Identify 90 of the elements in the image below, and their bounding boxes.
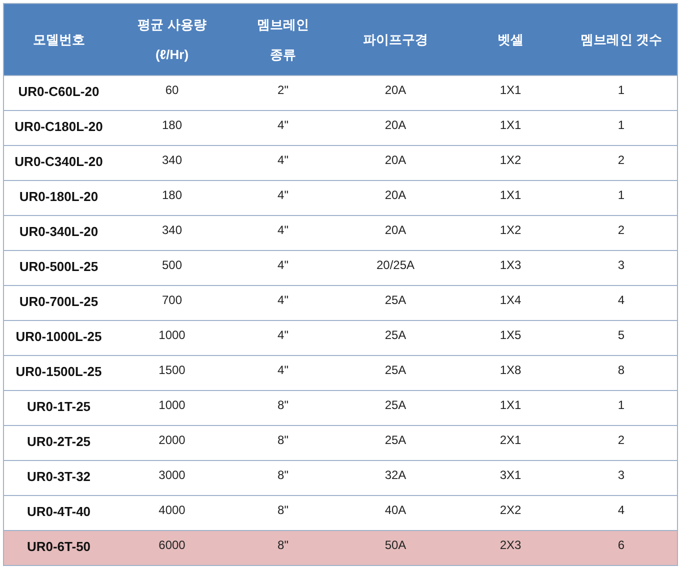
table-cell: UR0-500L-25 (4, 250, 114, 286)
table-cell: 25A (336, 356, 456, 390)
table-cell: 4" (230, 286, 336, 320)
table-cell: 500 (114, 250, 230, 286)
table-cell: 6 (566, 530, 678, 566)
table-cell: 20A (336, 110, 456, 146)
column-header: 평균 사용량 (ℓ/Hr) (114, 4, 230, 76)
table-cell: UR0-1000L-25 (4, 320, 114, 356)
table-cell: 1500 (114, 356, 230, 390)
table-cell: 4 (566, 496, 678, 530)
table-cell: 8" (230, 390, 336, 426)
table-cell: 1000 (114, 320, 230, 356)
table-cell: 25A (336, 390, 456, 426)
column-header: 파이프구경 (336, 4, 456, 76)
table-cell: UR0-700L-25 (4, 286, 114, 320)
table-cell: 1 (566, 390, 678, 426)
table-cell: 50A (336, 530, 456, 566)
table-cell: 700 (114, 286, 230, 320)
table-cell: UR0-4T-40 (4, 496, 114, 530)
table-cell: 3X1 (456, 460, 566, 496)
column-header: 멤브레인 종류 (230, 4, 336, 76)
table-cell: 340 (114, 216, 230, 250)
table-cell: 4" (230, 356, 336, 390)
table-cell: 20A (336, 146, 456, 180)
table-cell: 8" (230, 460, 336, 496)
table-cell: 25A (336, 286, 456, 320)
table-cell: UR0-C340L-20 (4, 146, 114, 180)
table-cell: 2 (566, 146, 678, 180)
table-cell: UR0-1500L-25 (4, 356, 114, 390)
column-header: 멤브레인 갯수 (566, 4, 678, 76)
table-cell: 1X1 (456, 180, 566, 216)
table-cell: 1X2 (456, 146, 566, 180)
table-cell: 5 (566, 320, 678, 356)
table-cell: 3 (566, 250, 678, 286)
column-header: 벳셀 (456, 4, 566, 76)
table-cell: 2X3 (456, 530, 566, 566)
table-cell: 1000 (114, 390, 230, 426)
table-cell: 1 (566, 76, 678, 110)
table-cell: UR0-6T-50 (4, 530, 114, 566)
table-cell: 2 (566, 426, 678, 460)
table-cell: 3 (566, 460, 678, 496)
table-cell: 180 (114, 180, 230, 216)
table-cell: 1X2 (456, 216, 566, 250)
table-cell: 20/25A (336, 250, 456, 286)
table-cell: 1X1 (456, 110, 566, 146)
table-cell: UR0-C180L-20 (4, 110, 114, 146)
table-cell: 4" (230, 250, 336, 286)
table-cell: 40A (336, 496, 456, 530)
table-cell: 1X5 (456, 320, 566, 356)
table-cell: 3000 (114, 460, 230, 496)
table-cell: 8" (230, 496, 336, 530)
table-cell: 8" (230, 426, 336, 460)
table-cell: 1X4 (456, 286, 566, 320)
table-cell: UR0-1T-25 (4, 390, 114, 426)
table-cell: 4" (230, 216, 336, 250)
table-cell: 1X1 (456, 390, 566, 426)
table-cell: 25A (336, 426, 456, 460)
table-cell: 2X2 (456, 496, 566, 530)
table-cell: 2 (566, 216, 678, 250)
table-cell: 8" (230, 530, 336, 566)
table-cell: 20A (336, 76, 456, 110)
table-cell: 1X1 (456, 76, 566, 110)
table-cell: 6000 (114, 530, 230, 566)
table-cell: 4000 (114, 496, 230, 530)
table-cell: 8 (566, 356, 678, 390)
column-header: 모델번호 (4, 4, 114, 76)
table-cell: 4" (230, 146, 336, 180)
table-cell: 1 (566, 110, 678, 146)
table-cell: 4" (230, 110, 336, 146)
table-cell: 4 (566, 286, 678, 320)
table-cell: 1X8 (456, 356, 566, 390)
table-cell: 60 (114, 76, 230, 110)
table-cell: 4" (230, 180, 336, 216)
table-cell: 340 (114, 146, 230, 180)
table-cell: 2000 (114, 426, 230, 460)
table-cell: 4" (230, 320, 336, 356)
table-cell: 20A (336, 216, 456, 250)
table-cell: UR0-2T-25 (4, 426, 114, 460)
table-cell: UR0-340L-20 (4, 216, 114, 250)
table-cell: UR0-C60L-20 (4, 76, 114, 110)
table-cell: UR0-3T-32 (4, 460, 114, 496)
table-cell: 20A (336, 180, 456, 216)
table-cell: 180 (114, 110, 230, 146)
table-cell: 25A (336, 320, 456, 356)
table-cell: 1X3 (456, 250, 566, 286)
table-cell: UR0-180L-20 (4, 180, 114, 216)
table-cell: 2" (230, 76, 336, 110)
table-cell: 1 (566, 180, 678, 216)
table-cell: 32A (336, 460, 456, 496)
table-cell: 2X1 (456, 426, 566, 460)
